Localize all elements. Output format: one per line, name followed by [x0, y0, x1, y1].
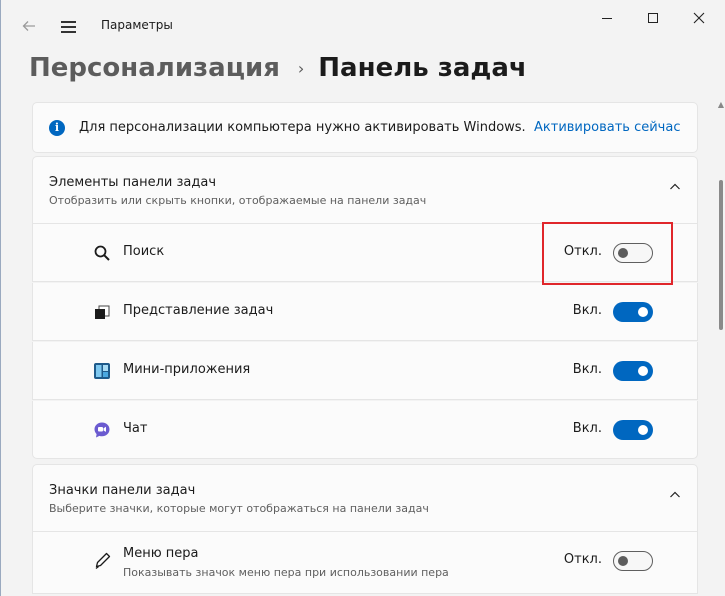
setting-label: Чат [123, 421, 148, 436]
section-subtitle: Выберите значки, которые могут отображат… [49, 502, 429, 515]
app-title: Параметры [101, 18, 173, 32]
setting-label: Поиск [123, 244, 165, 259]
setting-description: Показывать значок меню пера при использо… [123, 566, 449, 579]
settings-window: Параметры Персонализация › Панель задач … [0, 0, 725, 596]
setting-row-task-view: Представление задач Вкл. [32, 283, 698, 341]
setting-row-pen-menu: Меню пера Показывать значок меню пера пр… [32, 532, 698, 594]
pen-icon [95, 552, 111, 569]
highlight-box [542, 222, 673, 285]
setting-label: Меню пера [123, 546, 199, 561]
search-icon [94, 245, 110, 261]
arrow-left-icon[interactable] [15, 12, 43, 40]
chat-icon [94, 422, 110, 438]
setting-row-widgets: Мини-приложения Вкл. [32, 342, 698, 400]
chevron-up-icon[interactable] [669, 489, 681, 501]
section-subtitle: Отобразить или скрыть кнопки, отображаем… [49, 194, 427, 207]
setting-label: Мини-приложения [123, 362, 251, 377]
widgets-icon [94, 363, 110, 379]
breadcrumb: Персонализация › Панель задач [29, 50, 527, 86]
chevron-right-icon: › [297, 58, 305, 78]
close-button[interactable] [676, 0, 722, 36]
section-taskbar-items[interactable]: Элементы панели задач Отобразить или скр… [32, 156, 698, 224]
breadcrumb-parent[interactable]: Персонализация [29, 53, 280, 83]
maximize-button[interactable] [630, 0, 676, 36]
setting-row-chat: Чат Вкл. [32, 401, 698, 459]
toggle-state-label: Вкл. [572, 421, 602, 436]
toggle-state-label: Вкл. [572, 362, 602, 377]
banner-text: Для персонализации компьютера нужно акти… [79, 120, 526, 135]
task-view-icon [95, 305, 110, 319]
pen-menu-toggle[interactable] [613, 551, 653, 571]
minimize-button[interactable] [584, 0, 630, 36]
activate-link[interactable]: Активировать сейчас [534, 120, 680, 135]
hamburger-icon[interactable] [57, 12, 81, 40]
toggle-state-label: Вкл. [572, 303, 602, 318]
page-title: Панель задач [318, 53, 527, 83]
info-icon: i [49, 120, 65, 136]
maximize-icon [648, 13, 658, 23]
scrollbar-thumb[interactable] [719, 180, 723, 330]
title-bar: Параметры [1, 0, 725, 52]
scroll-up-icon[interactable]: ▲ [718, 100, 724, 109]
setting-label: Представление задач [123, 303, 274, 318]
activation-banner: i Для персонализации компьютера нужно ак… [32, 102, 698, 153]
widgets-toggle[interactable] [613, 361, 653, 381]
chevron-up-icon[interactable] [669, 181, 681, 193]
toggle-state-label: Откл. [563, 552, 602, 567]
minimize-icon [602, 17, 612, 19]
chat-toggle[interactable] [613, 420, 653, 440]
task-view-toggle[interactable] [613, 302, 653, 322]
section-title: Значки панели задач [49, 483, 196, 498]
close-icon [693, 12, 705, 24]
section-taskbar-icons[interactable]: Значки панели задач Выберите значки, кот… [32, 464, 698, 532]
section-title: Элементы панели задач [49, 175, 217, 190]
